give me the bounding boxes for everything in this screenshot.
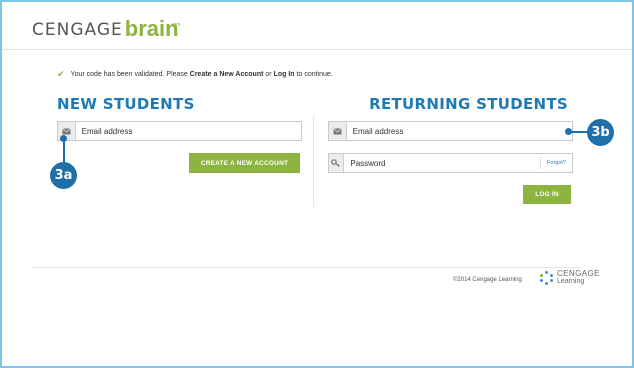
returning-students-heading: RETURNING STUDENTS [369,95,568,113]
cengage-learning-wordmark: CENGAGE Learning [557,270,600,286]
validation-message: ✔ Your code has been validated. Please C… [57,69,333,80]
create-account-button[interactable]: CREATE A NEW ACCOUNT [189,153,300,173]
logo-cengage-text: CENGAGE [32,20,123,40]
envelope-icon [329,122,347,140]
key-icon [329,154,345,172]
password-input[interactable] [344,158,541,168]
cengage-learning-line1: CENGAGE [557,269,600,278]
cengage-learning-mark-icon [539,271,553,285]
password-field[interactable]: Forgot? [328,153,573,173]
returning-email-field[interactable] [328,121,573,141]
callout-3b-badge: 3b [587,119,614,146]
copyright-text: ©2014 Cengage Learning [453,277,522,283]
new-students-heading: NEW STUDENTS [57,95,195,113]
page-frame: CENGAGE brain .com ✔ Your code has been … [0,0,634,368]
new-email-input[interactable] [75,126,301,136]
header-divider [2,49,632,50]
message-prefix: Your code has been validated. Please [70,71,188,78]
checkmark-icon: ✔ [57,69,65,79]
message-middle: or [265,71,272,78]
cengage-learning-logo[interactable]: CENGAGE Learning [539,270,600,286]
login-button[interactable]: LOG IN [523,185,571,204]
login-link[interactable]: Log In [274,71,295,78]
forgot-password-link[interactable]: Forgot? [540,157,572,169]
column-divider [313,115,314,207]
footer-divider [32,267,582,268]
logo-brain-text: brain .com [125,18,181,40]
logo-com-suffix: .com [169,22,181,28]
returning-email-input[interactable] [346,126,572,136]
new-email-field[interactable] [57,121,302,141]
cengage-learning-line2: Learning [557,278,585,285]
callout-3b-pointer-line [568,131,588,133]
callout-3a-badge: 3a [50,162,77,189]
message-suffix: to continue. [296,71,333,78]
callout-3a-pointer-line [63,138,65,163]
create-account-link[interactable]: Create a New Account [190,71,264,78]
cengagebrain-logo[interactable]: CENGAGE brain .com [32,16,181,41]
